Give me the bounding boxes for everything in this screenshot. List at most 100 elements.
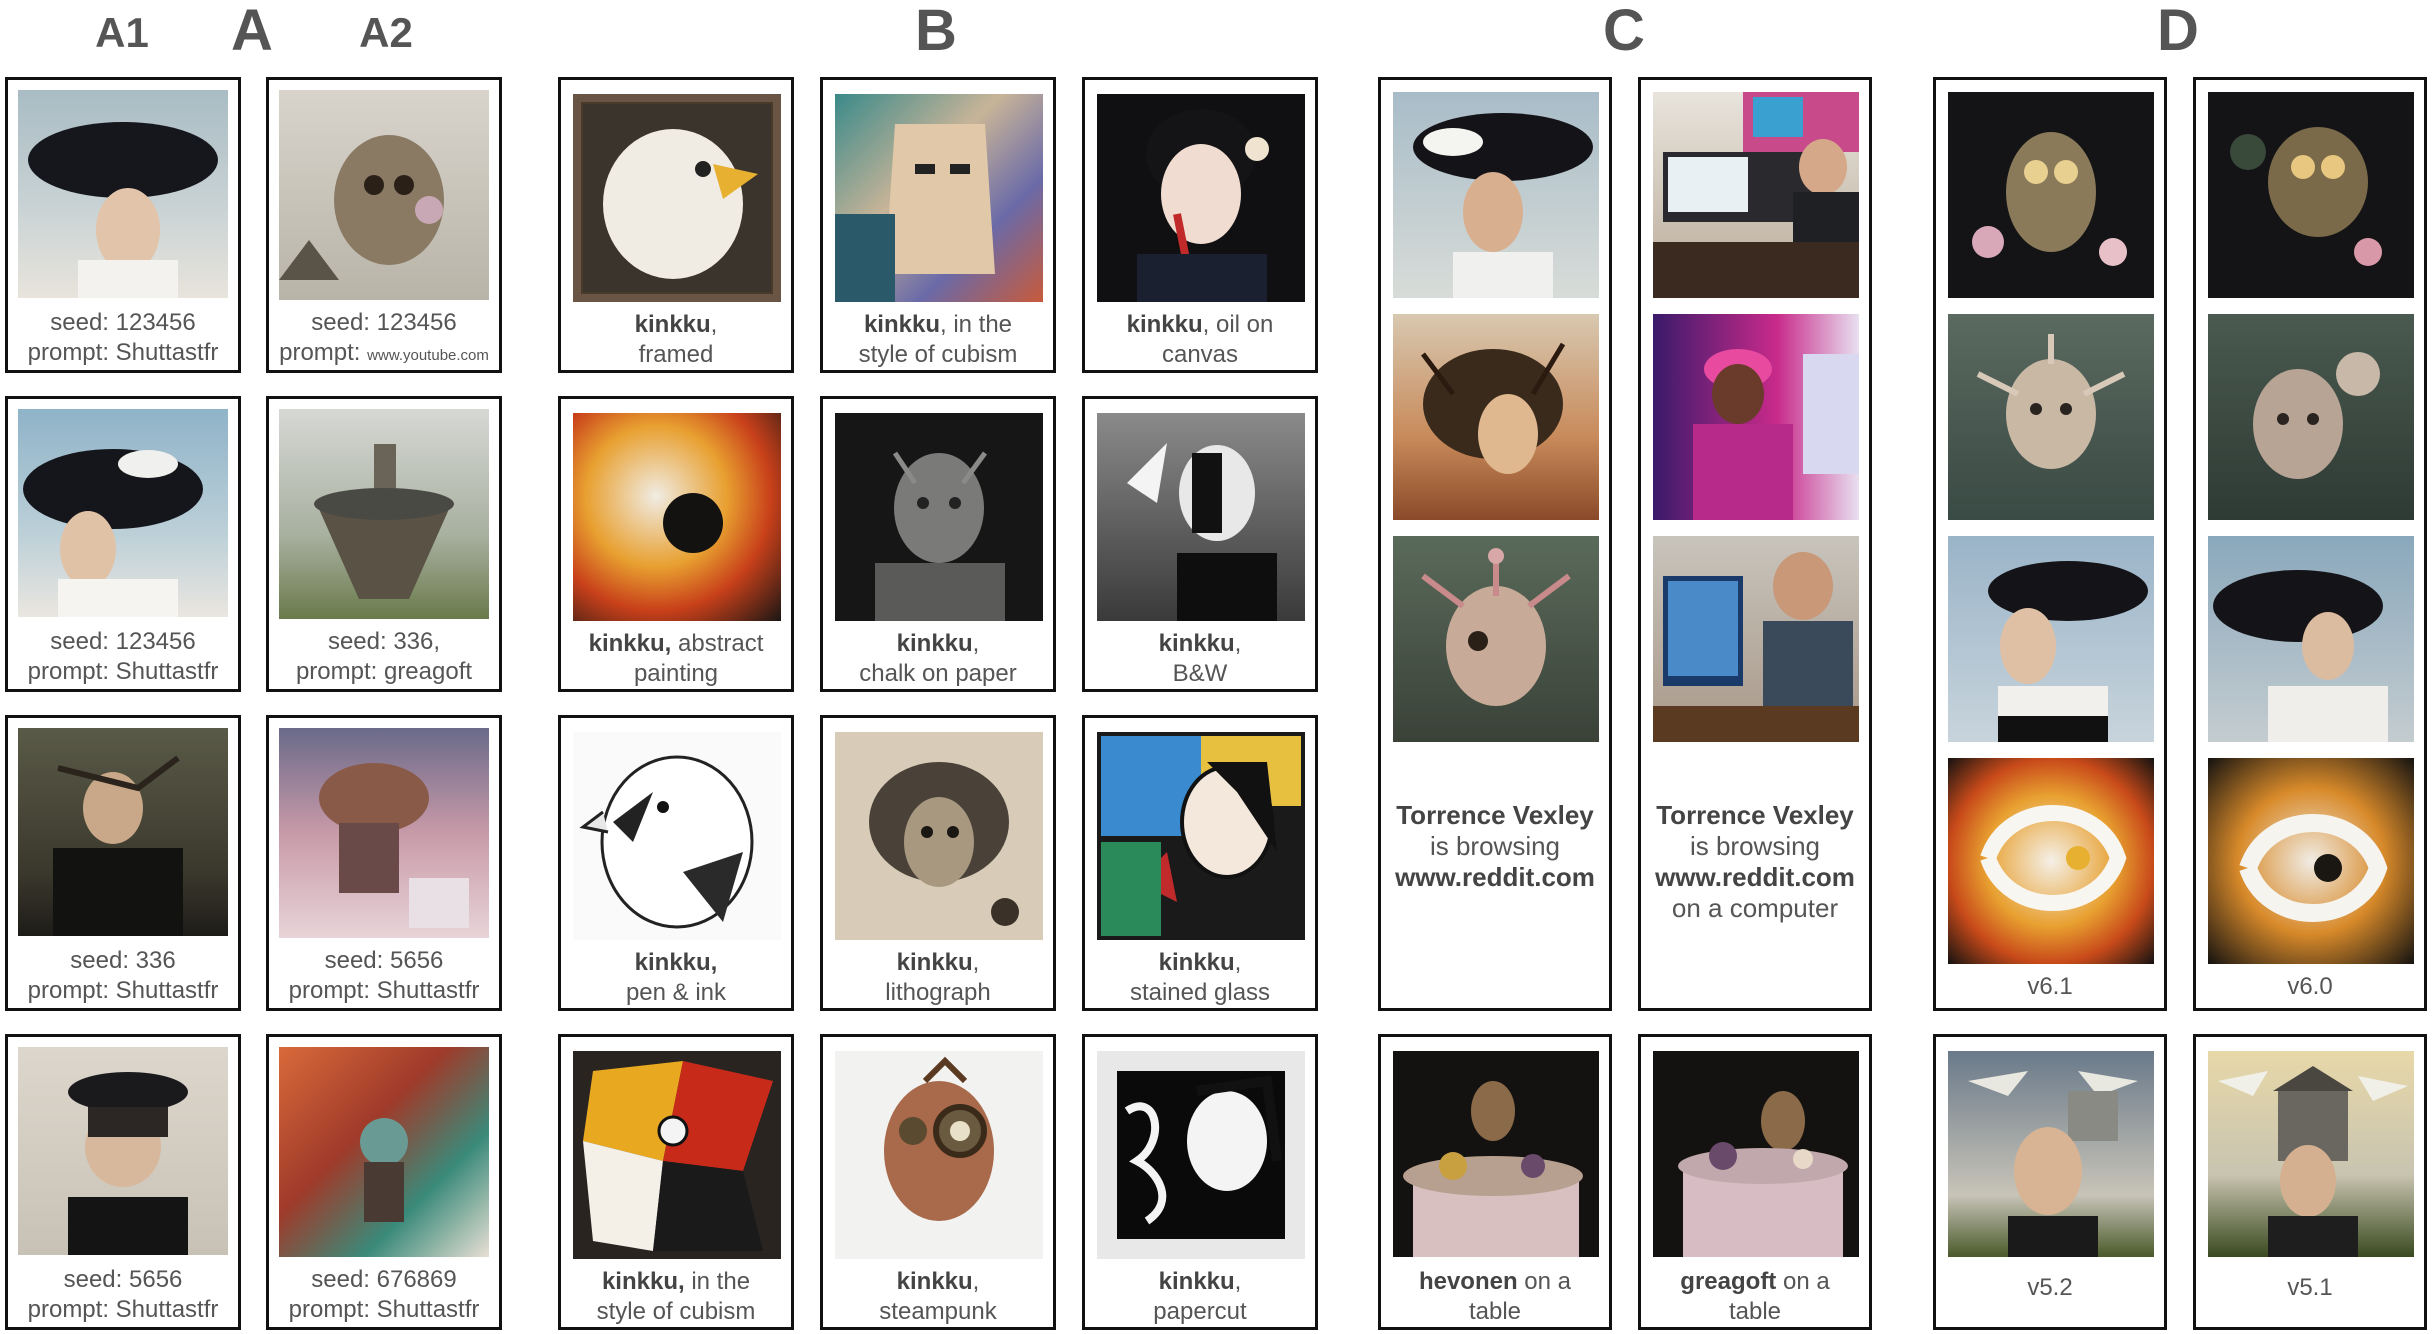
artwork-image	[1948, 758, 2154, 964]
artwork-image	[1948, 1051, 2154, 1257]
version-label: v6.1	[2027, 973, 2073, 1000]
person-name: Torrence Vexley	[1656, 800, 1854, 830]
card-b-3: kinkku, oil on canvas	[1082, 77, 1318, 373]
prompt-value: Shuttastfr	[115, 658, 219, 685]
card-b-9: kinkku, stained glass	[1082, 715, 1318, 1011]
header-a: A	[231, 0, 273, 63]
card-b-4: kinkku, abstract painting	[558, 396, 794, 692]
artwork-image	[1653, 92, 1859, 298]
header-c: C	[1603, 0, 1645, 63]
artwork-image	[573, 413, 781, 621]
caption: kinkku, chalk on paper	[859, 630, 1017, 687]
artwork-image	[2208, 1051, 2414, 1257]
artwork-image	[1097, 94, 1305, 302]
caption: seed: 676869 prompt: Shuttastfr	[288, 1266, 480, 1323]
prompt-value: Shuttastfr	[376, 1296, 480, 1323]
artwork-image	[18, 1047, 228, 1255]
seed-value: 5656	[129, 1266, 183, 1293]
prompt-value: Shuttastfr	[376, 977, 480, 1004]
card-b-2: kinkku, in the style of cubism	[820, 77, 1056, 373]
seed-value: 123456	[115, 628, 196, 655]
card-d-bottom-2: v5.1	[2193, 1034, 2427, 1330]
artwork-image	[1948, 92, 2154, 298]
artwork-image	[279, 409, 489, 619]
seed-value: 123456	[376, 309, 457, 336]
artwork-image	[1393, 536, 1599, 742]
artwork-image	[1097, 732, 1305, 940]
artwork-image	[573, 94, 781, 302]
card-a2-3: seed: 5656 prompt: Shuttastfr	[266, 715, 502, 1011]
header-b: B	[915, 0, 957, 63]
caption: kinkku, steampunk	[879, 1268, 997, 1325]
card-b-8: kinkku, lithograph	[820, 715, 1056, 1011]
card-a1-1: seed: 123456 prompt: Shuttastfr	[5, 77, 241, 373]
card-b-11: kinkku, steampunk	[820, 1034, 1056, 1330]
site-name: www.reddit.com	[1395, 862, 1595, 892]
card-b-12: kinkku, papercut	[1082, 1034, 1318, 1330]
artwork-image	[2208, 536, 2414, 742]
artwork-image	[835, 732, 1043, 940]
card-c-bottom-2: greagoft on a table	[1638, 1034, 1872, 1330]
card-a2-2: seed: 336, prompt: greagoft	[266, 396, 502, 692]
artwork-image	[1948, 314, 2154, 520]
caption: greagoft on a table	[1680, 1268, 1830, 1325]
caption: kinkku, lithograph	[885, 949, 991, 1006]
artwork-image	[1393, 92, 1599, 298]
person-name: Torrence Vexley	[1396, 800, 1594, 830]
version-label: v5.2	[2027, 1274, 2073, 1301]
card-d-col1: v6.1	[1933, 77, 2167, 1011]
seed-value: 123456	[115, 309, 196, 336]
caption: kinkku, B&W	[1158, 630, 1242, 687]
card-b-6: kinkku, B&W	[1082, 396, 1318, 692]
caption: kinkku, in the style of cubism	[596, 1268, 756, 1325]
prompt-value: greagoft	[383, 658, 473, 685]
card-d-bottom-1: v5.2	[1933, 1034, 2167, 1330]
seed-value: 5656	[390, 947, 444, 974]
header-a1: A1	[95, 9, 149, 56]
card-b-7: kinkku, pen & ink	[558, 715, 794, 1011]
card-c-bottom-1: hevonen on a table	[1378, 1034, 1612, 1330]
artwork-image	[18, 728, 228, 936]
caption: kinkku, stained glass	[1129, 949, 1271, 1006]
card-a1-4: seed: 5656 prompt: Shuttastfr	[5, 1034, 241, 1330]
artwork-image	[279, 728, 489, 938]
card-c-col1: Torrence Vexley is browsing www.reddit.c…	[1378, 77, 1612, 1011]
card-b-10: kinkku, in the style of cubism	[558, 1034, 794, 1330]
artwork-image	[1653, 1051, 1859, 1257]
artwork-image	[18, 90, 228, 298]
artwork-image	[1653, 314, 1859, 520]
caption: kinkku, abstract painting	[588, 630, 764, 687]
artwork-image	[2208, 92, 2414, 298]
artwork-image	[573, 1051, 781, 1259]
card-c-col2: Torrence Vexley is browsing www.reddit.c…	[1638, 77, 1872, 1011]
caption: kinkku, in the style of cubism	[858, 311, 1018, 368]
artwork-image	[835, 94, 1043, 302]
caption: seed: 5656 prompt: Shuttastfr	[27, 1266, 219, 1323]
seed-value: 336,	[393, 628, 441, 655]
caption: seed: 123456 prompt: www.youtube.com	[279, 309, 489, 366]
artwork-image	[279, 90, 489, 300]
card-a1-3: seed: 336 prompt: Shuttastfr	[5, 715, 241, 1011]
header-d: D	[2157, 0, 2199, 63]
card-a2-1: seed: 123456 prompt: www.youtube.com	[266, 77, 502, 373]
seed-value: 336	[135, 947, 176, 974]
artwork-image	[1097, 413, 1305, 621]
caption: seed: 336, prompt: greagoft	[295, 628, 473, 685]
artwork-image	[1653, 536, 1859, 742]
caption: kinkku, pen & ink	[625, 949, 727, 1006]
site-name: www.reddit.com	[1655, 862, 1855, 892]
caption: seed: 336 prompt: Shuttastfr	[27, 947, 219, 1004]
caption: kinkku, oil on canvas	[1126, 311, 1274, 368]
caption: kinkku, framed	[634, 311, 718, 368]
browsing-caption: Torrence Vexley is browsing www.reddit.c…	[1395, 800, 1595, 892]
artwork-image	[1393, 1051, 1599, 1257]
prompt-value: Shuttastfr	[115, 339, 219, 366]
prompt-value: Shuttastfr	[115, 977, 219, 1004]
artwork-image	[573, 732, 781, 940]
card-d-col2: v6.0	[2193, 77, 2427, 1011]
header-a2: A2	[359, 9, 413, 56]
artwork-image	[2208, 314, 2414, 520]
artwork-image	[835, 1051, 1043, 1259]
caption: seed: 123456 prompt: Shuttastfr	[27, 309, 219, 366]
artwork-image	[835, 413, 1043, 621]
